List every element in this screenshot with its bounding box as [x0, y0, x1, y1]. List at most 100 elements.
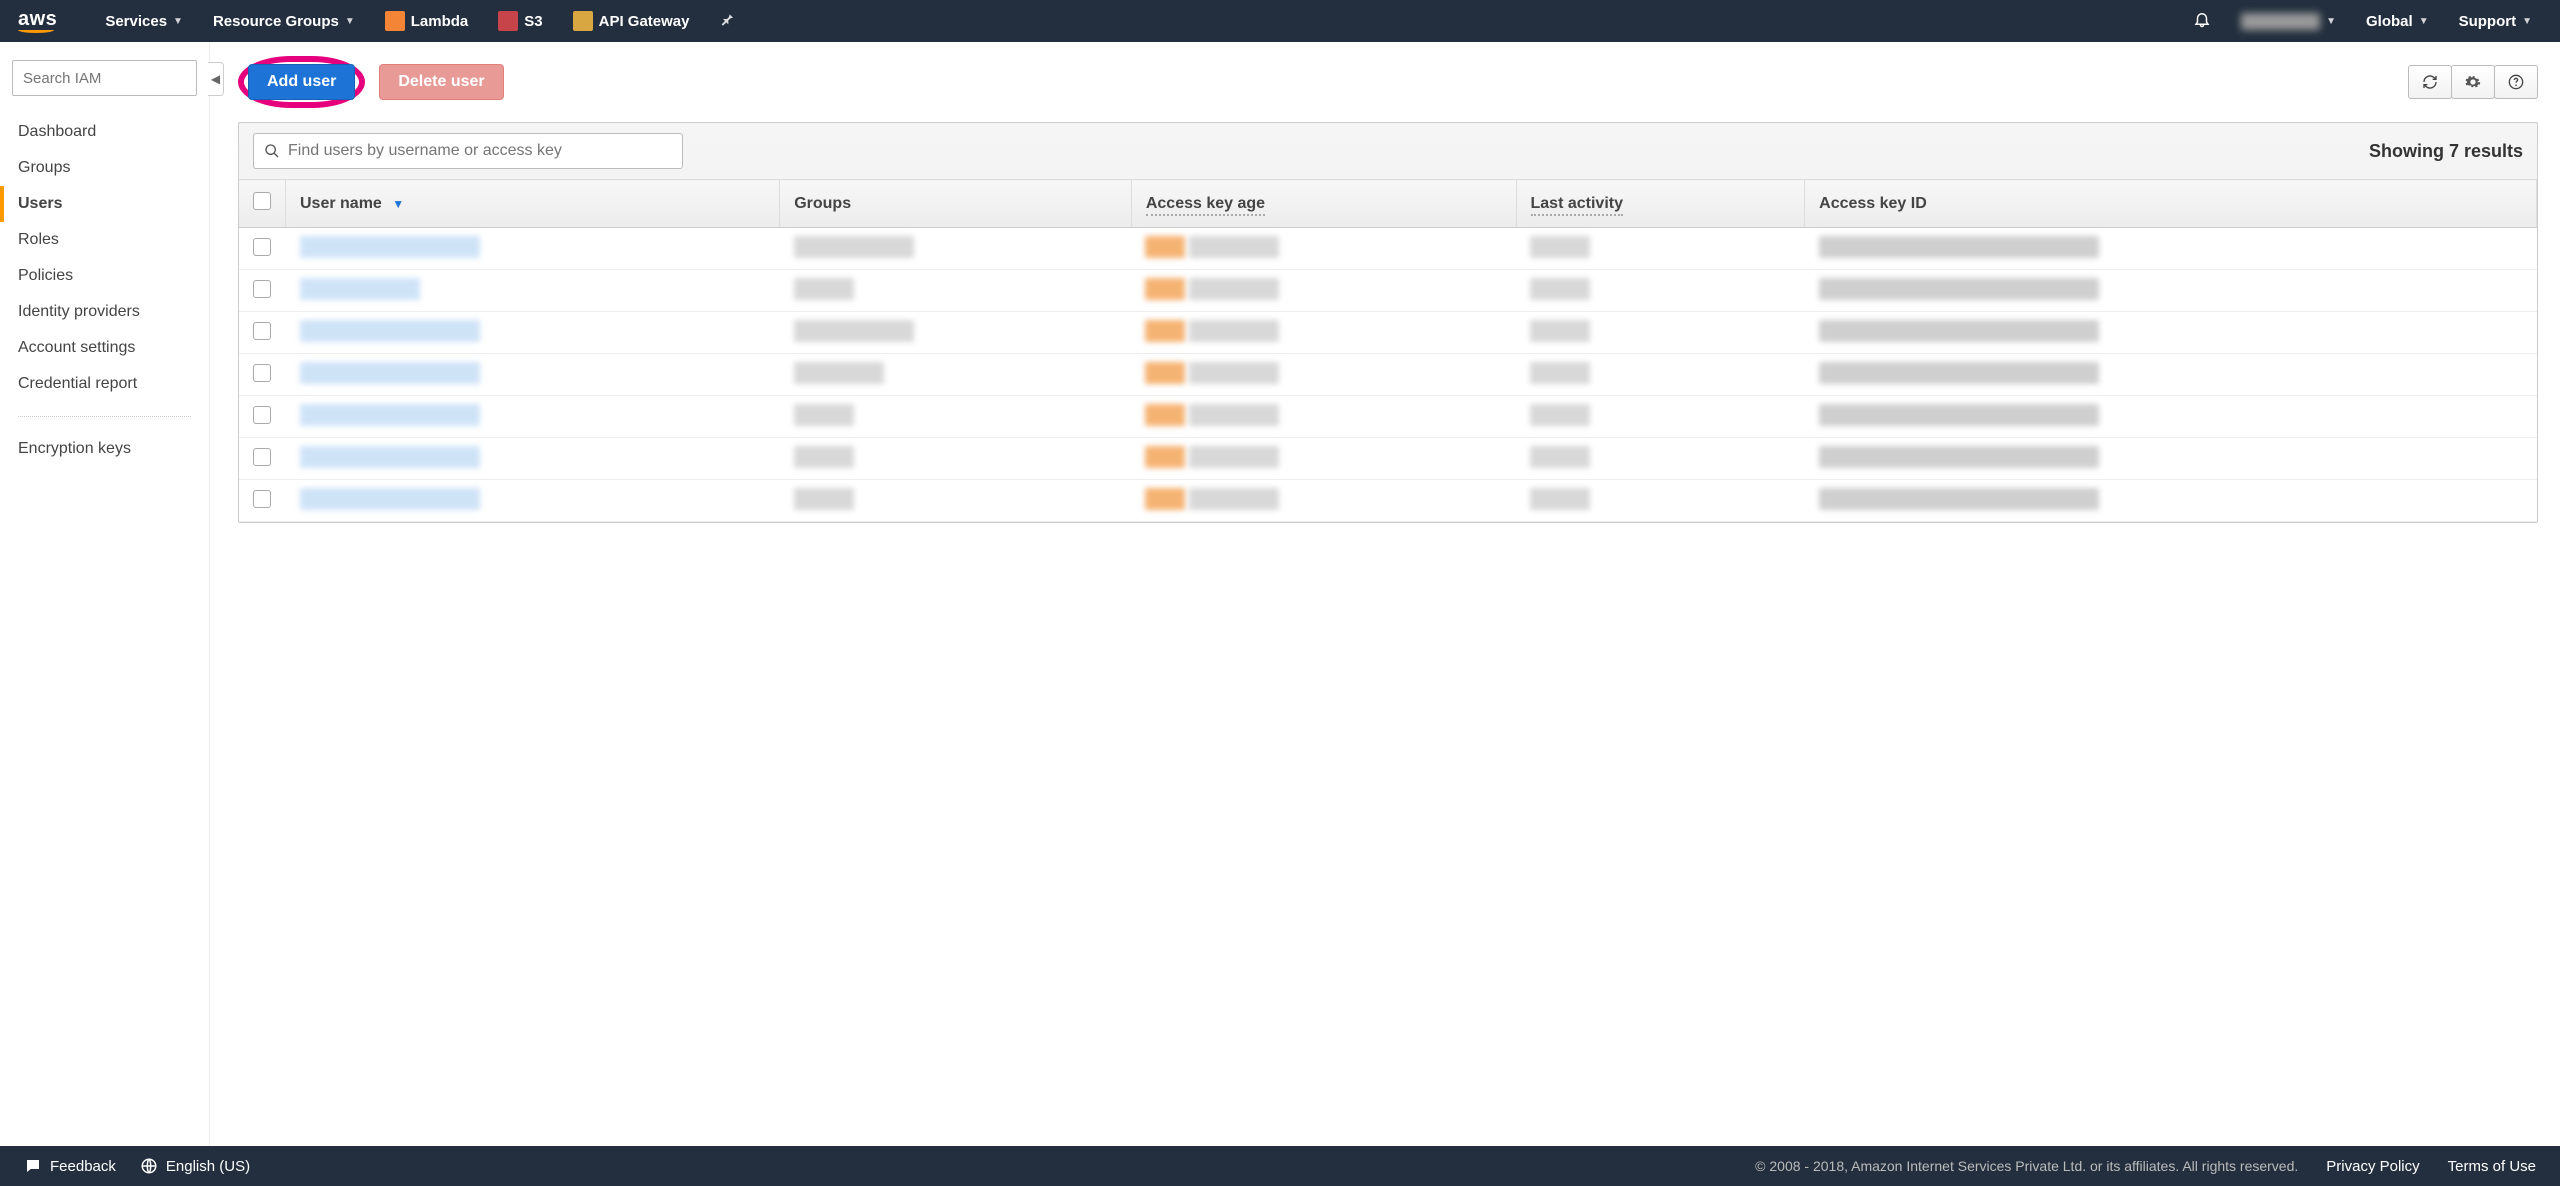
col-select-all[interactable] [239, 180, 286, 228]
nav-pinned-s3[interactable]: S3 [488, 0, 552, 42]
redacted-text [300, 236, 480, 258]
main-area: Dashboard Groups Users Roles Policies Id… [0, 42, 2560, 1146]
redacted-text [1189, 236, 1279, 258]
checkbox-icon [253, 490, 271, 508]
table-row[interactable] [239, 396, 2537, 438]
sidebar-item-identity-providers[interactable]: Identity providers [0, 294, 209, 330]
redacted-text [1819, 362, 2099, 384]
cell-last-activity [1516, 270, 1805, 312]
table-row[interactable] [239, 312, 2537, 354]
sidebar-collapse-toggle[interactable]: ◀ [208, 62, 224, 96]
cell-username[interactable] [286, 228, 780, 270]
sidebar-item-roles[interactable]: Roles [0, 222, 209, 258]
sidebar-item-account-settings[interactable]: Account settings [0, 330, 209, 366]
pinned-apigateway-label: API Gateway [599, 13, 690, 30]
table-row[interactable] [239, 438, 2537, 480]
redacted-text [794, 320, 914, 342]
table-row[interactable] [239, 480, 2537, 522]
cell-access-key-age [1131, 312, 1516, 354]
table-row[interactable] [239, 228, 2537, 270]
row-checkbox-cell[interactable] [239, 396, 286, 438]
notifications-icon[interactable] [2183, 10, 2221, 32]
redacted-text [794, 278, 854, 300]
checkbox-icon [253, 238, 271, 256]
redacted-text [1145, 236, 1185, 258]
sidebar-item-label: Policies [18, 267, 73, 284]
refresh-button[interactable] [2408, 65, 2452, 99]
cell-username[interactable] [286, 312, 780, 354]
help-icon [2508, 74, 2524, 90]
redacted-text [300, 278, 420, 300]
nav-region-menu[interactable]: Global ▼ [2356, 0, 2439, 42]
nav-support-menu[interactable]: Support ▼ [2449, 0, 2542, 42]
add-user-button[interactable]: Add user [248, 64, 355, 100]
col-access-key-age[interactable]: Access key age [1131, 180, 1516, 228]
nav-pinned-lambda[interactable]: Lambda [375, 0, 479, 42]
caret-down-icon: ▼ [173, 16, 183, 27]
find-users-searchbox[interactable] [253, 133, 683, 169]
account-name-redacted: xxxxxxxx [2241, 13, 2320, 30]
toolbar-icon-group [2409, 65, 2538, 99]
col-username[interactable]: User name ▼ [286, 180, 780, 228]
sidebar-item-dashboard[interactable]: Dashboard [0, 114, 209, 150]
redacted-text [1189, 404, 1279, 426]
redacted-text [1819, 488, 2099, 510]
checkbox-icon [253, 192, 271, 210]
cell-groups [780, 396, 1132, 438]
row-checkbox-cell[interactable] [239, 480, 286, 522]
row-checkbox-cell[interactable] [239, 354, 286, 396]
table-row[interactable] [239, 354, 2537, 396]
redacted-text [794, 404, 854, 426]
sidebar-item-credential-report[interactable]: Credential report [0, 366, 209, 402]
cell-username[interactable] [286, 438, 780, 480]
sidebar-item-encryption-keys[interactable]: Encryption keys [0, 431, 209, 467]
nav-services[interactable]: Services ▼ [95, 0, 193, 42]
find-users-input[interactable] [288, 142, 672, 160]
results-count-text: Showing 7 results [2369, 141, 2523, 162]
nav-account-menu[interactable]: xxxxxxxx ▼ [2231, 0, 2346, 42]
footer-privacy-link[interactable]: Privacy Policy [2326, 1158, 2419, 1175]
nav-pinned-apigateway[interactable]: API Gateway [563, 0, 700, 42]
help-button[interactable] [2494, 65, 2538, 99]
sidebar-item-groups[interactable]: Groups [0, 150, 209, 186]
col-last-activity[interactable]: Last activity [1516, 180, 1805, 228]
footer-language[interactable]: English (US) [140, 1157, 250, 1175]
search-icon [264, 143, 280, 159]
aws-logo[interactable]: aws [18, 9, 57, 33]
footer-feedback-label: Feedback [50, 1158, 116, 1175]
settings-button[interactable] [2451, 65, 2495, 99]
checkbox-icon [253, 406, 271, 424]
delete-user-button[interactable]: Delete user [379, 64, 503, 100]
cell-username[interactable] [286, 480, 780, 522]
cell-access-key-id [1805, 438, 2537, 480]
footer-terms-link[interactable]: Terms of Use [2448, 1158, 2536, 1175]
row-checkbox-cell[interactable] [239, 438, 286, 480]
globe-icon [140, 1157, 158, 1175]
cell-username[interactable] [286, 354, 780, 396]
redacted-text [1145, 446, 1185, 468]
cell-access-key-id [1805, 354, 2537, 396]
cell-username[interactable] [286, 270, 780, 312]
caret-down-icon: ▼ [2326, 16, 2336, 27]
col-groups[interactable]: Groups [780, 180, 1132, 228]
row-checkbox-cell[interactable] [239, 312, 286, 354]
table-row[interactable] [239, 270, 2537, 312]
cell-groups [780, 228, 1132, 270]
annotation-highlight: Add user [238, 56, 365, 108]
row-checkbox-cell[interactable] [239, 228, 286, 270]
pin-services-icon[interactable] [709, 11, 745, 31]
col-access-key-id[interactable]: Access key ID [1805, 180, 2537, 228]
cell-username[interactable] [286, 396, 780, 438]
sidebar-nav-extra: Encryption keys [0, 431, 209, 467]
sidebar-item-policies[interactable]: Policies [0, 258, 209, 294]
cell-last-activity [1516, 480, 1805, 522]
col-groups-label: Groups [794, 195, 851, 212]
footer-feedback[interactable]: Feedback [24, 1157, 116, 1175]
panel-search-row: Showing 7 results [239, 123, 2537, 179]
users-table: User name ▼ Groups Access key age Last a… [239, 179, 2537, 522]
redacted-text [1819, 320, 2099, 342]
sidebar-item-users[interactable]: Users [0, 186, 209, 222]
nav-resource-groups[interactable]: Resource Groups ▼ [203, 0, 365, 42]
search-iam-input[interactable] [12, 60, 197, 96]
row-checkbox-cell[interactable] [239, 270, 286, 312]
